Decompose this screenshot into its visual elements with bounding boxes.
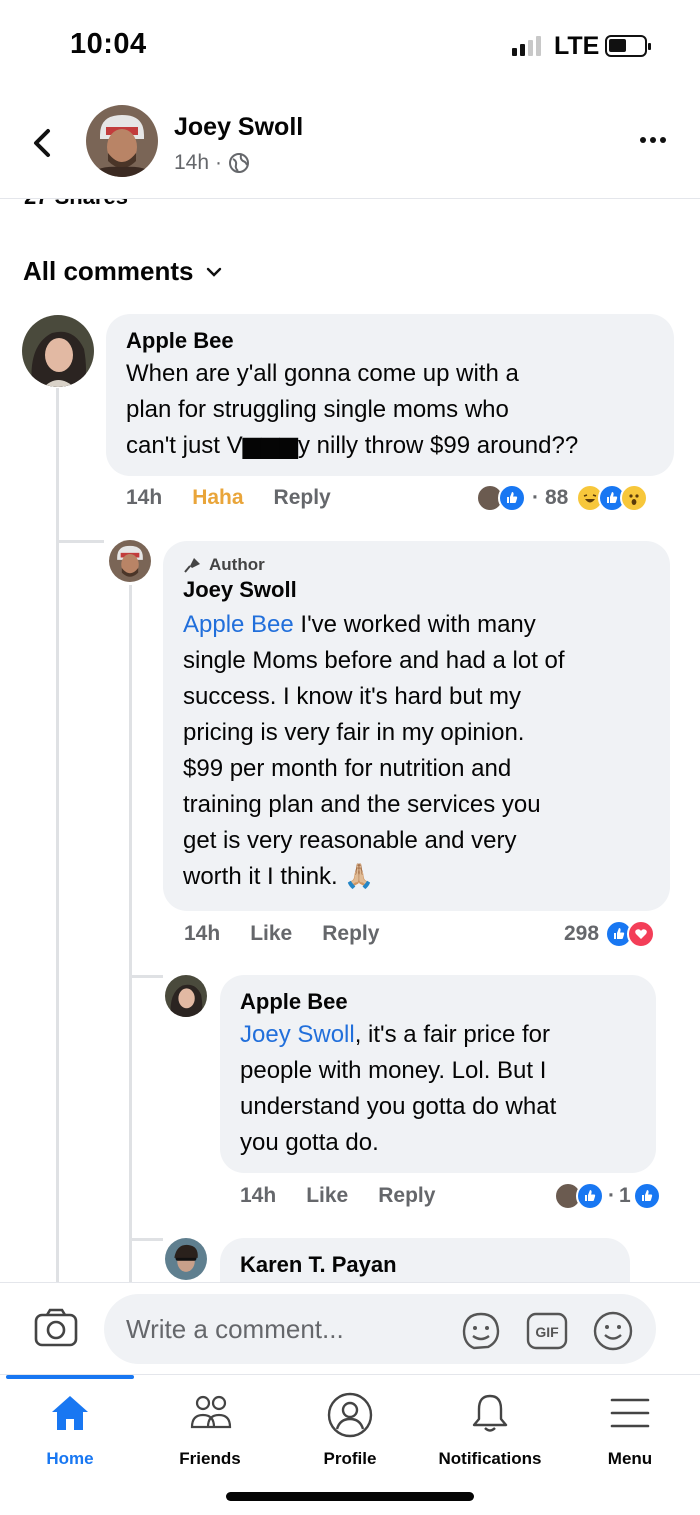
author-badge: Author — [183, 555, 650, 575]
comment-filter-label: All comments — [23, 256, 194, 286]
like-reaction-icon — [576, 1182, 604, 1210]
comment-text: Apple Bee I've worked with many single M… — [183, 611, 565, 890]
back-button[interactable] — [26, 123, 60, 163]
nav-friends[interactable]: Friends — [140, 1391, 280, 1469]
chevron-left-icon — [34, 129, 50, 157]
home-indicator — [226, 1492, 474, 1501]
thread-line — [129, 585, 132, 1282]
emoji-icon — [593, 1311, 633, 1351]
emoji-button[interactable] — [592, 1310, 634, 1352]
commenter-name[interactable]: Joey Swoll — [183, 577, 650, 603]
comment-bubble[interactable]: Apple Bee Joey Swoll, it's a fair price … — [220, 975, 656, 1173]
svg-text:GIF: GIF — [535, 1324, 559, 1340]
reply-button[interactable]: Reply — [378, 1184, 435, 1208]
reply-button[interactable]: Reply — [322, 922, 379, 946]
reaction-count: 88 — [545, 486, 569, 509]
nav-menu[interactable]: Menu — [560, 1391, 700, 1469]
sticker-icon — [462, 1312, 500, 1350]
thread-line — [56, 388, 59, 1282]
reaction-count: 1 — [619, 1184, 631, 1207]
commenter-name[interactable]: Apple Bee — [240, 989, 636, 1015]
love-reaction-icon — [627, 920, 656, 948]
battery-icon — [605, 35, 651, 57]
signal-icon — [512, 36, 541, 56]
comment-bubble[interactable]: Author Joey Swoll Apple Bee I've worked … — [163, 541, 670, 911]
post-header: Joey Swoll 14h · — [0, 95, 700, 199]
active-tab-indicator — [6, 1375, 134, 1379]
mention-link[interactable]: Joey Swoll — [240, 1021, 355, 1048]
comment-time: 14h — [240, 1184, 277, 1207]
wow-reaction-icon — [620, 484, 649, 512]
commenter-name[interactable]: Apple Bee — [126, 328, 654, 354]
like-button[interactable]: Like — [250, 922, 292, 946]
profile-icon — [327, 1392, 373, 1438]
avatar[interactable] — [165, 1238, 207, 1280]
reaction-summary[interactable]: 298 — [564, 920, 656, 948]
reply-button[interactable]: Reply — [274, 486, 331, 510]
comment-actions: 14h Like Reply — [184, 922, 379, 946]
nav-profile[interactable]: Profile — [280, 1391, 420, 1469]
comment-bubble[interactable]: Apple Bee When are y'all gonna come up w… — [106, 314, 674, 476]
reaction-count: 298 — [564, 922, 600, 945]
nav-home[interactable]: Home — [0, 1391, 140, 1469]
like-reaction-icon — [632, 1182, 661, 1210]
gif-icon: GIF — [526, 1312, 568, 1350]
gif-button[interactable]: GIF — [526, 1310, 568, 1352]
microphone-icon — [184, 558, 200, 573]
status-time: 10:04 — [70, 28, 147, 60]
comment-time: 14h — [126, 486, 163, 509]
more-options-button[interactable] — [640, 137, 666, 143]
comment-text: Joey Swoll, it's a fair price for people… — [240, 1021, 557, 1156]
post-author-name[interactable]: Joey Swoll — [174, 113, 303, 142]
nav-notifications[interactable]: Notifications — [420, 1391, 560, 1469]
commenter-name[interactable]: Karen T. Payan — [240, 1252, 610, 1278]
status-bar: 10:04 LTE — [0, 0, 700, 95]
comment-actions: 14h Haha Reply — [126, 486, 331, 510]
avatar[interactable] — [22, 315, 94, 387]
camera-button[interactable] — [33, 1307, 79, 1349]
thread-connector — [129, 1238, 163, 1241]
menu-icon — [610, 1398, 650, 1428]
comment-filter-dropdown[interactable]: All comments — [23, 256, 222, 287]
post-meta: 14h · — [174, 151, 250, 175]
globe-icon — [229, 153, 250, 173]
comment-text: When are y'all gonna come up with a plan… — [126, 360, 579, 459]
mention-link[interactable]: Apple Bee — [183, 611, 294, 638]
like-button[interactable]: Like — [306, 1184, 348, 1208]
home-icon — [52, 1396, 88, 1430]
camera-icon — [34, 1308, 78, 1347]
bell-icon — [472, 1394, 508, 1432]
comment-composer: GIF — [0, 1282, 700, 1374]
avatar[interactable] — [109, 540, 151, 582]
thread-connector — [129, 975, 163, 978]
author-avatar[interactable] — [86, 105, 158, 177]
post-time: 14h — [174, 151, 210, 174]
reaction-summary[interactable]: · 1 — [554, 1182, 661, 1210]
friends-icon — [190, 1395, 232, 1429]
chevron-down-icon — [206, 267, 221, 277]
sticker-button[interactable] — [460, 1310, 502, 1352]
thread-connector — [56, 540, 104, 543]
reaction-summary[interactable]: · 88 — [476, 484, 649, 512]
comment-input[interactable] — [104, 1294, 656, 1364]
haha-reaction-button[interactable]: Haha — [192, 486, 243, 510]
comment-time: 14h — [184, 922, 221, 945]
avatar[interactable] — [165, 975, 207, 1017]
network-label: LTE — [554, 32, 600, 60]
like-reaction-icon — [498, 484, 526, 512]
comment-actions: 14h Like Reply — [240, 1184, 435, 1208]
